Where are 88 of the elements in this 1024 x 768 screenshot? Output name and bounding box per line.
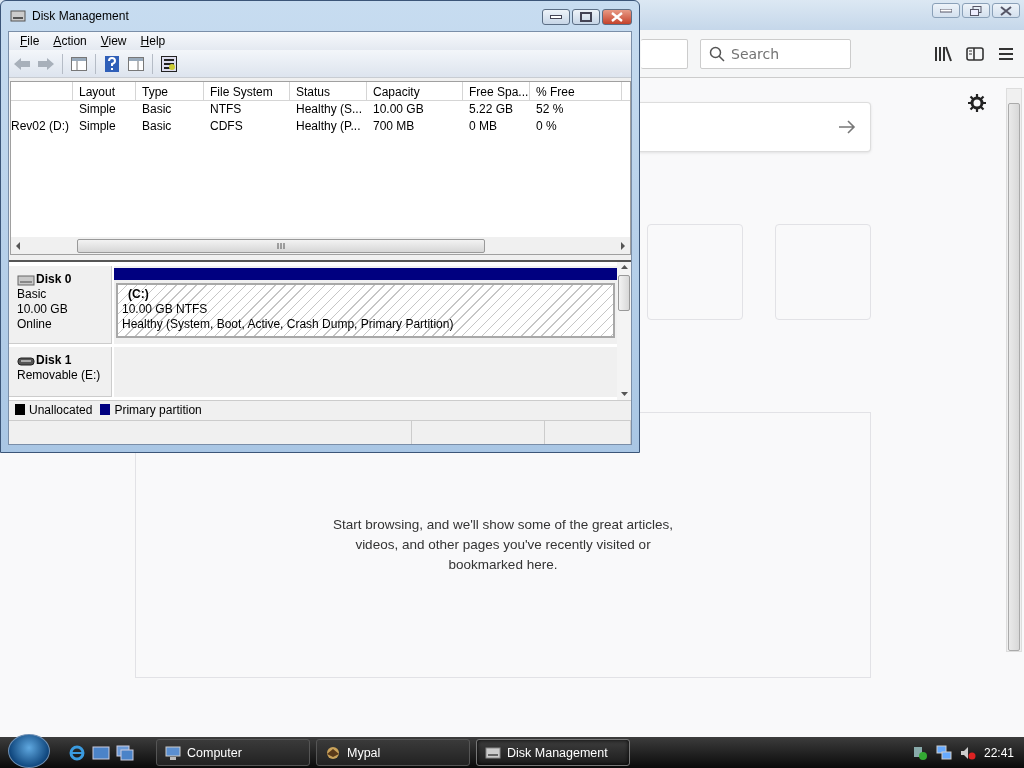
scrollbar[interactable] (1006, 88, 1022, 652)
internet-explorer-icon[interactable] (68, 743, 86, 762)
horizontal-scrollbar[interactable] (11, 237, 630, 254)
table-cell: Simple (79, 119, 116, 133)
clock[interactable]: 22:41 (983, 745, 1014, 760)
table-cell: Simple (79, 102, 116, 116)
column-header[interactable]: Free Spa... (463, 82, 530, 100)
minimize-icon (940, 8, 952, 13)
table-cell: 700 MB (373, 119, 415, 133)
menu-item[interactable]: Action (46, 32, 94, 50)
restore-icon (970, 5, 982, 16)
table-cell: 0 % (536, 119, 557, 133)
table-cell: 0 MB (469, 119, 497, 133)
menu-item[interactable]: View (93, 32, 134, 50)
search-field[interactable]: Search (700, 38, 851, 69)
switch-windows-icon[interactable] (116, 743, 134, 762)
vertical-scrollbar[interactable] (617, 262, 631, 400)
maximize-button[interactable] (572, 9, 600, 25)
legend-label: Primary partition (114, 402, 202, 417)
window-title: Disk Management (32, 9, 129, 23)
table-cell: NTFS (210, 102, 242, 116)
address-field[interactable] (641, 38, 688, 69)
minimize-button[interactable] (542, 9, 570, 25)
column-header[interactable]: File System (204, 82, 290, 100)
empty-state-message: Start browsing, and we'll show some of the great articles, videos, and other pages you've recently visited or bookmarked here. (331, 516, 675, 574)
disk-name: Disk 1 (36, 353, 72, 368)
scroll-thumb[interactable] (77, 238, 485, 253)
close-icon (1000, 5, 1012, 16)
column-header[interactable]: % Free (530, 82, 622, 100)
table-cell: Rev02 (D:) (11, 119, 69, 133)
disk-info-panel[interactable]: Disk 0 Basic 10.00 GB Online (9, 266, 112, 344)
legend-label: Unallocated (29, 402, 93, 417)
close-button[interactable] (992, 3, 1020, 18)
table-cell: Basic (142, 102, 172, 116)
table-cell: CDFS (210, 119, 243, 133)
taskbar-button[interactable]: Mypal (316, 739, 470, 766)
table-cell: Healthy (S... (296, 102, 363, 116)
taskbar-button[interactable]: Disk Management (476, 739, 630, 766)
column-header[interactable]: Status (290, 82, 367, 100)
show-desktop-icon[interactable] (92, 743, 110, 762)
table-cell: 10.00 GB (373, 102, 424, 116)
menu-item[interactable]: Help (133, 32, 173, 50)
disk-detail: Removable (E:) (17, 368, 102, 383)
table-cell: 52 % (536, 102, 564, 116)
close-button[interactable] (602, 9, 632, 25)
disk-detail: 10.00 GB (17, 302, 69, 317)
left-arrow-icon[interactable] (15, 241, 21, 250)
scroll-thumb[interactable] (618, 275, 630, 311)
close-icon (611, 12, 623, 22)
partition-status: Healthy (System, Boot, Active, Crash Dump, Primary Partition) (122, 317, 455, 332)
menu-icon[interactable] (998, 46, 1014, 61)
disk-management-icon (10, 8, 26, 24)
column-header[interactable]: Layout (73, 82, 136, 100)
restore-button[interactable] (962, 3, 990, 18)
browser-icon (325, 744, 341, 761)
up-arrow-icon[interactable] (620, 265, 628, 269)
partition-label: (C:) (127, 287, 150, 302)
sidebar-icon[interactable] (966, 45, 984, 62)
help-button[interactable] (102, 53, 122, 74)
disk-management-icon (485, 744, 501, 761)
search-icon (709, 45, 725, 62)
column-header[interactable]: Type (136, 82, 204, 100)
partition-block[interactable]: (C:) 10.00 GB NTFS Healthy (System, Boot, Active, Crash Dump, Primary Partition) (116, 283, 615, 338)
maximize-icon (580, 12, 592, 22)
taskbar-button[interactable]: Computer (156, 739, 310, 766)
table-cell: 5.22 GB (469, 102, 514, 116)
disk-detail: Online (17, 317, 53, 332)
column-header[interactable]: Capacity (367, 82, 463, 100)
disk-name: Disk 0 (36, 272, 72, 287)
start-button[interactable] (8, 733, 50, 768)
table-cell: Healthy (P... (296, 119, 361, 133)
properties-button[interactable] (159, 53, 179, 74)
computer-icon (165, 744, 181, 761)
scroll-thumb[interactable] (1008, 103, 1020, 651)
network-icon[interactable] (935, 744, 952, 761)
minimize-icon (550, 15, 562, 19)
partition-size: 10.00 GB NTFS (122, 302, 209, 317)
disk-info-panel[interactable]: Disk 1 Removable (E:) (9, 347, 112, 397)
settings-icon[interactable] (968, 94, 986, 112)
grip-icon (277, 242, 285, 249)
menu-item[interactable]: File (13, 32, 47, 50)
down-arrow-icon[interactable] (620, 392, 628, 396)
arrow-right-icon[interactable] (838, 120, 856, 134)
security-icon[interactable] (911, 744, 928, 761)
disk-detail: Basic (17, 287, 48, 302)
library-icon[interactable] (934, 45, 952, 62)
right-arrow-icon[interactable] (620, 241, 626, 250)
table-cell: Basic (142, 119, 172, 133)
